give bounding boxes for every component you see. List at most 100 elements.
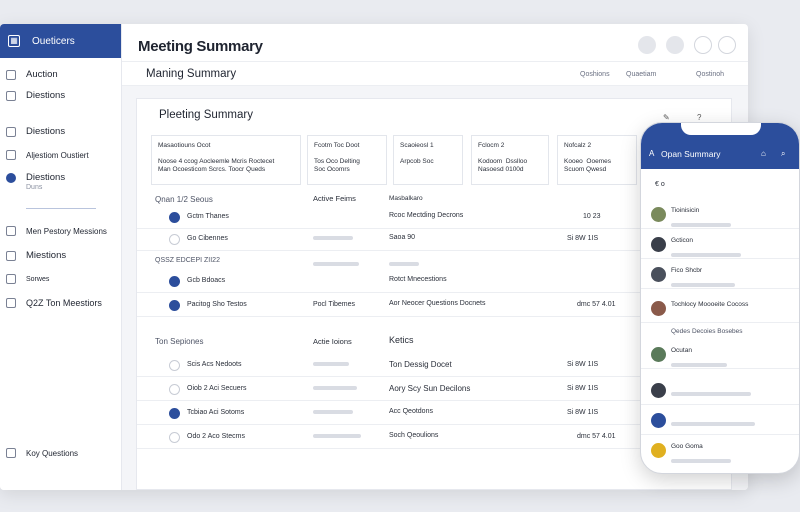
list-item-title: Ocutan bbox=[671, 347, 692, 354]
list-item[interactable] bbox=[641, 377, 799, 405]
list-item-title: Tioinisicin bbox=[671, 207, 700, 214]
row-bar bbox=[313, 409, 353, 416]
sidebar-item-sub: Duns bbox=[26, 184, 43, 191]
status-dot bbox=[169, 276, 180, 287]
list-item[interactable]: Tochlocy Moooeite Cocoss bbox=[641, 295, 799, 323]
list-item[interactable]: Ocutan bbox=[641, 341, 799, 369]
row-value: Si 8W 1IS bbox=[567, 409, 599, 416]
search-icon[interactable]: ⌕ bbox=[781, 149, 785, 159]
card-body: Arpcob Soc bbox=[400, 158, 434, 165]
list-item[interactable]: Goo Goma bbox=[641, 437, 799, 465]
sidebar-item-auction[interactable]: Auction bbox=[6, 69, 58, 80]
sidebar-item-label: Sorwes bbox=[26, 275, 50, 283]
list-item-bar bbox=[671, 356, 727, 374]
summary-card[interactable]: Scaoieosl 1 Arpcob Soc bbox=[393, 135, 463, 185]
card-body: Kooeo Ooemes Scuom Qwesd bbox=[564, 158, 611, 173]
avatar[interactable] bbox=[694, 36, 712, 54]
row-bar bbox=[313, 261, 359, 268]
row-label: Scis Acs Nedoots bbox=[187, 361, 242, 368]
section-column-header: Ketics bbox=[389, 335, 414, 345]
chart-icon bbox=[6, 274, 16, 284]
sub-title: Maning Summary bbox=[146, 68, 237, 80]
home-icon[interactable]: ⌂ bbox=[761, 149, 766, 158]
avatar bbox=[651, 267, 666, 282]
list-icon bbox=[6, 69, 16, 80]
action-link-3[interactable]: Qostinoh bbox=[696, 71, 724, 78]
action-link-2[interactable]: Quaetiam bbox=[626, 71, 656, 78]
page-title: Meeting Summary bbox=[138, 38, 263, 55]
settings-button[interactable] bbox=[718, 36, 736, 54]
document-icon bbox=[6, 250, 16, 261]
edit-icon bbox=[6, 150, 16, 160]
document-icon bbox=[6, 126, 16, 137]
row-label: Odo 2 Aco Stecms bbox=[187, 433, 245, 440]
status-dot bbox=[169, 234, 180, 245]
list-item-title: Goo Goma bbox=[671, 443, 703, 450]
sidebar-item-questions[interactable]: Aljestiom Oustiert bbox=[6, 150, 89, 160]
sidebar-item-messions[interactable]: Men Pestory Messions bbox=[6, 226, 107, 236]
sidebar-item-diestions-2[interactable]: Diestions bbox=[6, 126, 65, 137]
sidebar-item-active[interactable]: Diestions bbox=[6, 172, 65, 183]
sidebar-item-label: Aljestiom Oustiert bbox=[26, 150, 89, 160]
sidebar-divider bbox=[26, 208, 96, 209]
card-body: Tos Oco Delting Soc Ocomrs bbox=[314, 158, 360, 173]
avatar bbox=[651, 443, 666, 458]
summary-card[interactable]: Fclocm 2 Kodoom Dsslloo Nasoesd 0100d bbox=[471, 135, 549, 185]
sidebar-item-q2z[interactable]: Q2Z Ton Meestiors bbox=[6, 298, 102, 308]
list-item[interactable] bbox=[641, 407, 799, 435]
row-detail: Aor Neocer Questions Docnets bbox=[389, 300, 486, 307]
list-item[interactable]: Fico Shcbr bbox=[641, 261, 799, 289]
circle-button-2[interactable] bbox=[666, 36, 684, 54]
avatar bbox=[651, 301, 666, 316]
list-item-title: Fico Shcbr bbox=[671, 267, 703, 274]
sidebar-item-label: Koy Questions bbox=[26, 448, 79, 458]
action-link-1[interactable]: Qoshions bbox=[580, 71, 610, 78]
app-logo-icon: ▦ bbox=[8, 35, 20, 47]
sidebar-item-sorwes[interactable]: Sorwes bbox=[6, 274, 49, 284]
list-item[interactable]: Tioinisicin bbox=[641, 201, 799, 229]
section-column-header: Actie Ioions bbox=[313, 337, 352, 346]
status-dot bbox=[169, 212, 180, 223]
mobile-preview: A Opan Summary ⌂ ⌕ € o Tioinisicin Gctic… bbox=[640, 122, 800, 474]
list-item-title: Tochlocy Moooeite Cocoss bbox=[671, 301, 749, 308]
summary-card[interactable]: Masaotiouns Ocot Noose 4 ccog Aocleemle … bbox=[151, 135, 301, 185]
list-item-bar bbox=[671, 385, 751, 403]
avatar bbox=[651, 413, 666, 428]
summary-card[interactable]: Nofcalz 2 Kooeo Ooemes Scuom Qwesd bbox=[557, 135, 637, 185]
row-detail: Saoa 90 bbox=[389, 234, 416, 241]
avatar bbox=[651, 383, 666, 398]
row-label: Tcbiao Aci Sotoms bbox=[187, 409, 245, 416]
row-detail: Aory Scy Sun Decilons bbox=[389, 384, 471, 393]
phone-subtitle: € o bbox=[655, 181, 665, 188]
sidebar-item-diestions[interactable]: Diestions bbox=[6, 90, 65, 101]
phone-tags[interactable]: Qedes Decoies Bosebes bbox=[671, 328, 743, 335]
phone-title: Opan Summary bbox=[661, 149, 721, 159]
row-bar bbox=[389, 261, 419, 268]
sidebar-item-label: Men Pestory Messions bbox=[26, 226, 107, 236]
card-header: Nofcalz 2 bbox=[564, 142, 592, 149]
brand-bar[interactable]: ▦ Oueticers bbox=[0, 24, 121, 58]
edit-icon[interactable]: ✎ bbox=[663, 113, 670, 122]
sidebar-item-label: Diestions bbox=[26, 126, 66, 137]
row-detail: Rcoc Mectding Decrons bbox=[389, 212, 464, 219]
status-dot bbox=[169, 384, 180, 395]
circle-button-1[interactable] bbox=[638, 36, 656, 54]
avatar bbox=[651, 237, 666, 252]
help-icon[interactable]: ? bbox=[697, 113, 701, 122]
row-bar bbox=[313, 433, 361, 440]
card-body: Noose 4 ccog Aocleemle Mcris Roctecet Ma… bbox=[158, 158, 275, 173]
menu-icon[interactable]: A bbox=[649, 149, 654, 158]
app-window: ▦ Oueticers Auction Diestions Diestions … bbox=[0, 24, 748, 490]
sidebar-item-label: Miestions bbox=[26, 250, 67, 261]
document-icon bbox=[6, 226, 16, 236]
summary-card[interactable]: Fcotm Toc Doot Tos Oco Delting Soc Ocomr… bbox=[307, 135, 387, 185]
sidebar-item-miestions[interactable]: Miestions bbox=[6, 250, 66, 261]
row-value: Si 8W 1IS bbox=[567, 235, 599, 242]
row-detail: Ton Dessig Docet bbox=[389, 360, 452, 369]
panel-title: Pleeting Summary bbox=[159, 109, 253, 121]
row-detail: Acc Qeotdons bbox=[389, 408, 433, 415]
list-item-bar bbox=[671, 276, 735, 294]
row-value: Si 8W 1IS bbox=[567, 385, 599, 392]
sidebar-item-key-questions[interactable]: Koy Questions bbox=[6, 448, 78, 458]
list-item[interactable]: Gcticon bbox=[641, 231, 799, 259]
